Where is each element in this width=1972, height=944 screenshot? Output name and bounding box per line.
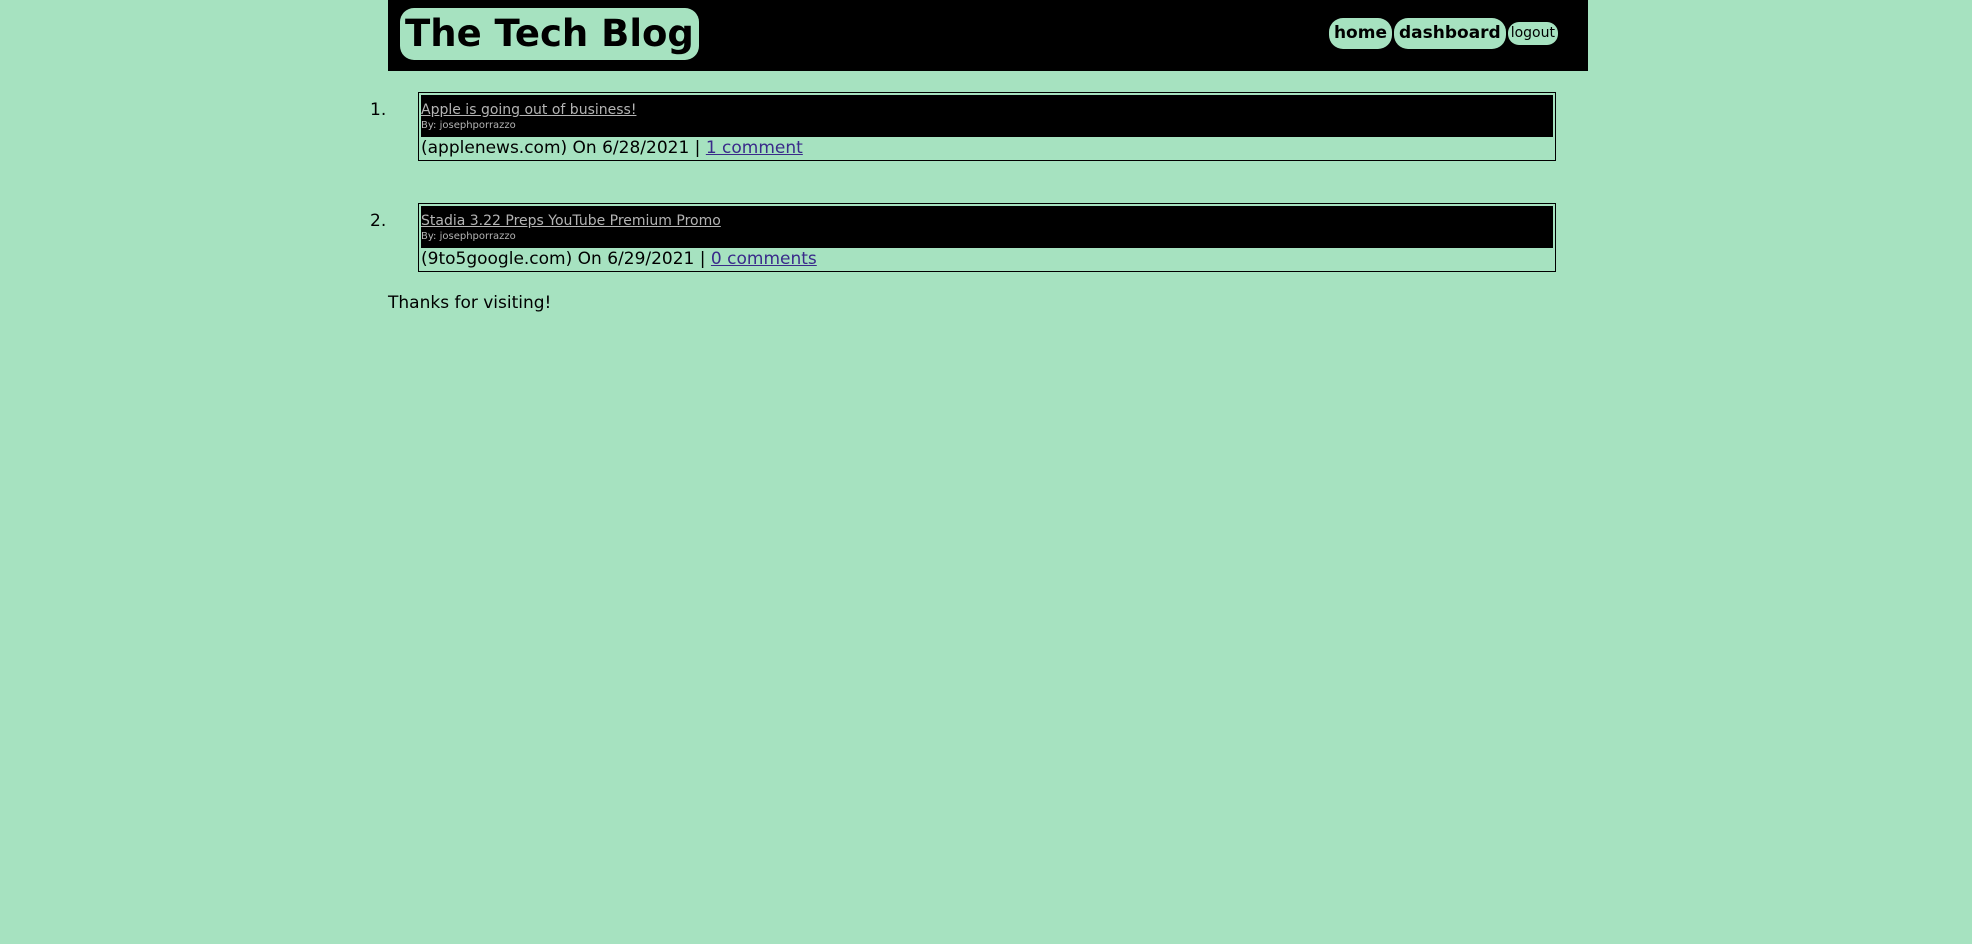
site-title-link[interactable]: The Tech Blog: [400, 8, 699, 60]
post-source-date: (applenews.com) On 6/28/2021 |: [421, 138, 701, 158]
post-list: 1. Apple is going out of business! By: j…: [370, 92, 1558, 314]
nav-dashboard-link[interactable]: dashboard: [1393, 18, 1506, 49]
post-title-link[interactable]: Stadia 3.22 Preps YouTube Premium Promo: [421, 212, 1553, 230]
post-author: By: josephporrazzo: [421, 120, 516, 131]
nav-home-link[interactable]: home: [1328, 18, 1392, 49]
site-header: The Tech Blog home dashboard logout: [388, 0, 1588, 71]
post-source-date: (9to5google.com) On 6/29/2021 |: [421, 249, 706, 269]
footer-thanks-text: Thanks for visiting!: [388, 293, 552, 313]
post-meta: (applenews.com) On 6/28/2021 | 1 comment: [421, 137, 1553, 159]
post-comments-link[interactable]: 1 comment: [706, 138, 803, 158]
post-meta: (9to5google.com) On 6/29/2021 | 0 commen…: [421, 248, 1553, 270]
post-number: 1.: [370, 100, 387, 120]
post-title-link[interactable]: Apple is going out of business!: [421, 101, 1553, 119]
nav-logout-link[interactable]: logout: [1507, 22, 1558, 45]
post-item: 1. Apple is going out of business! By: j…: [370, 92, 1558, 203]
post-number: 2.: [370, 211, 387, 231]
post-header: Apple is going out of business! By: jose…: [421, 95, 1553, 137]
post-author: By: josephporrazzo: [421, 231, 516, 242]
post-card: Apple is going out of business! By: jose…: [418, 92, 1556, 161]
post-item: 2. Stadia 3.22 Preps YouTube Premium Pro…: [370, 203, 1558, 314]
post-header: Stadia 3.22 Preps YouTube Premium Promo …: [421, 206, 1553, 248]
post-comments-link[interactable]: 0 comments: [711, 249, 817, 269]
main-nav: home dashboard logout: [1328, 18, 1558, 49]
post-card: Stadia 3.22 Preps YouTube Premium Promo …: [418, 203, 1556, 272]
